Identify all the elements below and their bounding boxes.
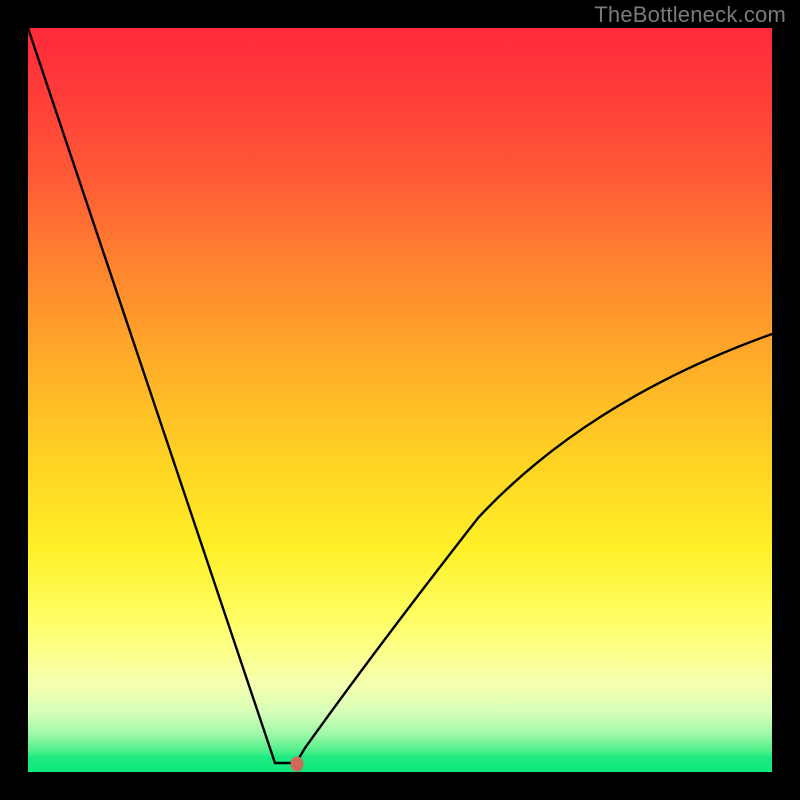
bottleneck-curve — [28, 28, 772, 772]
chart-frame: TheBottleneck.com — [0, 0, 800, 800]
optimum-marker-icon — [291, 757, 304, 772]
curve-path — [28, 28, 772, 763]
watermark-text: TheBottleneck.com — [594, 2, 786, 28]
plot-area — [28, 28, 772, 772]
